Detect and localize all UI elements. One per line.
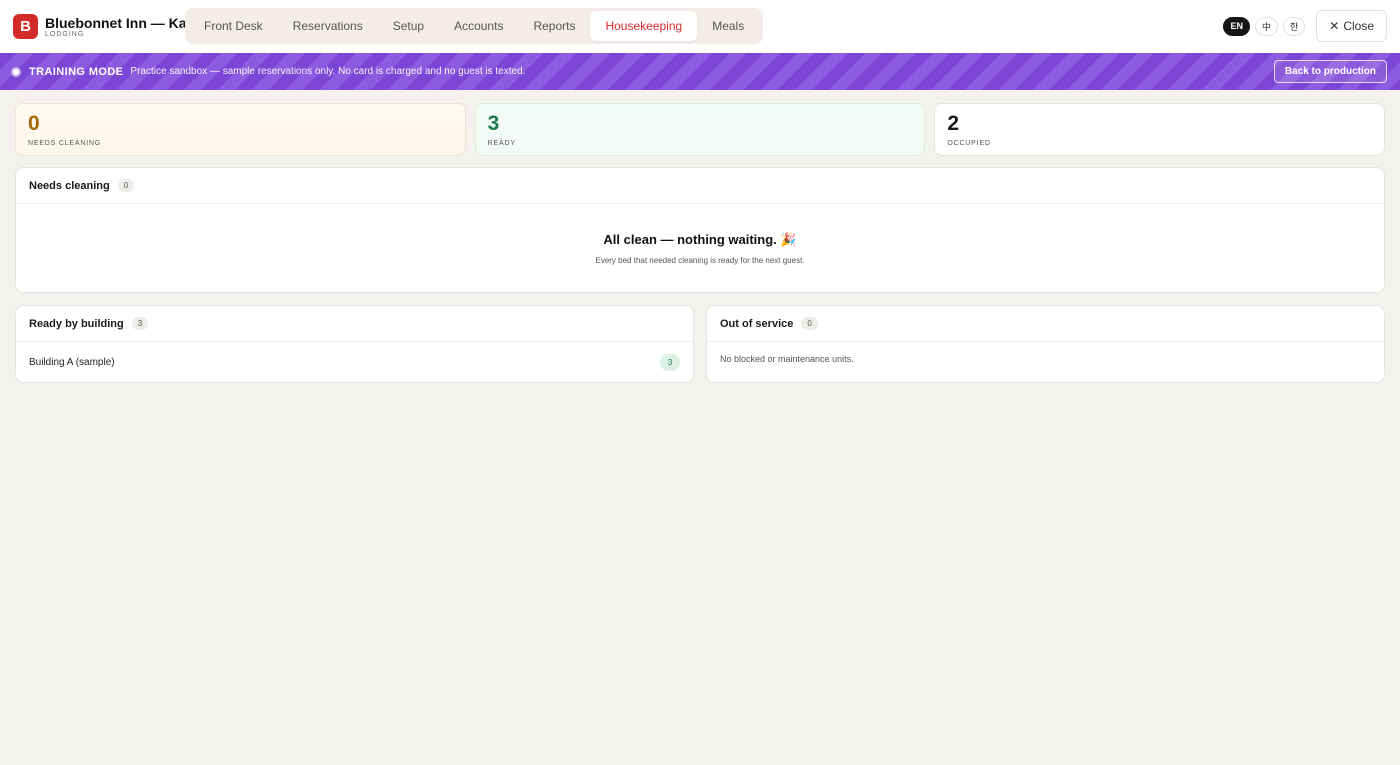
- language-zh-button[interactable]: 中: [1254, 16, 1278, 36]
- stat-occupied[interactable]: 2 OCCUPIED: [934, 103, 1386, 156]
- stat-ready[interactable]: 3 READY: [474, 103, 926, 156]
- brand-subtitle: LODGING: [45, 30, 85, 38]
- panel-title: Out of service: [720, 317, 794, 330]
- language-en-button[interactable]: EN: [1223, 16, 1250, 36]
- tab-accounts[interactable]: Accounts: [439, 11, 518, 41]
- empty-state-title: All clean — nothing waiting. 🎉: [603, 232, 797, 247]
- panel-header: Ready by building 3: [16, 306, 693, 342]
- count-badge: 0: [801, 317, 818, 330]
- tab-meals[interactable]: Meals: [697, 11, 759, 41]
- close-label: Close: [1343, 19, 1374, 33]
- main-content: 0 NEEDS CLEANING 3 READY 2 OCCUPIED Need…: [0, 90, 1400, 383]
- out-of-service-empty-text: No blocked or maintenance units.: [720, 354, 854, 364]
- brand-logo: B: [13, 14, 38, 39]
- tab-housekeeping[interactable]: Housekeeping: [590, 11, 698, 41]
- header-controls: EN 中 한 ✕ Close: [1223, 10, 1387, 42]
- empty-state: All clean — nothing waiting. 🎉 Every bed…: [16, 204, 1384, 265]
- stat-label: READY: [487, 140, 516, 147]
- empty-state-subtitle: Every bed that needed cleaning is ready …: [595, 256, 805, 265]
- close-icon: ✕: [1329, 19, 1340, 33]
- panel-title: Ready by building: [29, 317, 124, 330]
- brand[interactable]: B Bluebonnet Inn — Katy LODGING: [13, 14, 199, 39]
- stat-label: NEEDS CLEANING: [28, 140, 102, 147]
- brand-name: Bluebonnet Inn — Katy: [45, 14, 199, 31]
- stat-label: OCCUPIED: [947, 140, 991, 147]
- close-button[interactable]: ✕ Close: [1316, 10, 1387, 42]
- tab-reservations[interactable]: Reservations: [278, 11, 378, 41]
- tab-front-desk[interactable]: Front Desk: [189, 11, 278, 41]
- main-nav: Front Desk Reservations Setup Accounts R…: [185, 8, 764, 44]
- panel-header: Needs cleaning 0: [16, 168, 1384, 204]
- back-to-production-button[interactable]: Back to production: [1273, 60, 1387, 83]
- stat-value: 0: [28, 112, 40, 135]
- training-banner: TRAINING MODE Practice sandbox — sample …: [0, 53, 1400, 90]
- language-ko-button[interactable]: 한: [1282, 16, 1306, 36]
- training-message: Practice sandbox — sample reservations o…: [130, 66, 526, 77]
- count-badge: 0: [117, 179, 135, 192]
- stat-needs-cleaning[interactable]: 0 NEEDS CLEANING: [15, 103, 466, 156]
- ready-by-building-panel: Ready by building 3 Building A (sample) …: [15, 305, 694, 383]
- training-indicator-icon: [11, 66, 21, 77]
- panel-header: Out of service 0: [707, 306, 1384, 342]
- out-of-service-panel: Out of service 0 No blocked or maintenan…: [706, 305, 1385, 383]
- top-bar: B Bluebonnet Inn — Katy LODGING Front De…: [0, 0, 1400, 53]
- training-title: TRAINING MODE: [29, 65, 124, 78]
- stat-value: 3: [487, 112, 500, 135]
- building-ready-count: 3: [660, 353, 680, 371]
- bottom-row: Ready by building 3 Building A (sample) …: [15, 305, 1385, 383]
- stat-value: 2: [947, 112, 960, 135]
- stats-row: 0 NEEDS CLEANING 3 READY 2 OCCUPIED: [15, 103, 1386, 156]
- tab-setup[interactable]: Setup: [378, 11, 439, 41]
- panel-title: Needs cleaning: [29, 179, 110, 192]
- tab-reports[interactable]: Reports: [518, 11, 590, 41]
- needs-cleaning-panel: Needs cleaning 0 All clean — nothing wai…: [15, 167, 1385, 293]
- count-badge: 3: [131, 317, 149, 330]
- building-name: Building A (sample): [29, 356, 115, 368]
- brand-text: Bluebonnet Inn — Katy LODGING: [45, 16, 199, 38]
- building-row[interactable]: Building A (sample) 3: [16, 342, 693, 382]
